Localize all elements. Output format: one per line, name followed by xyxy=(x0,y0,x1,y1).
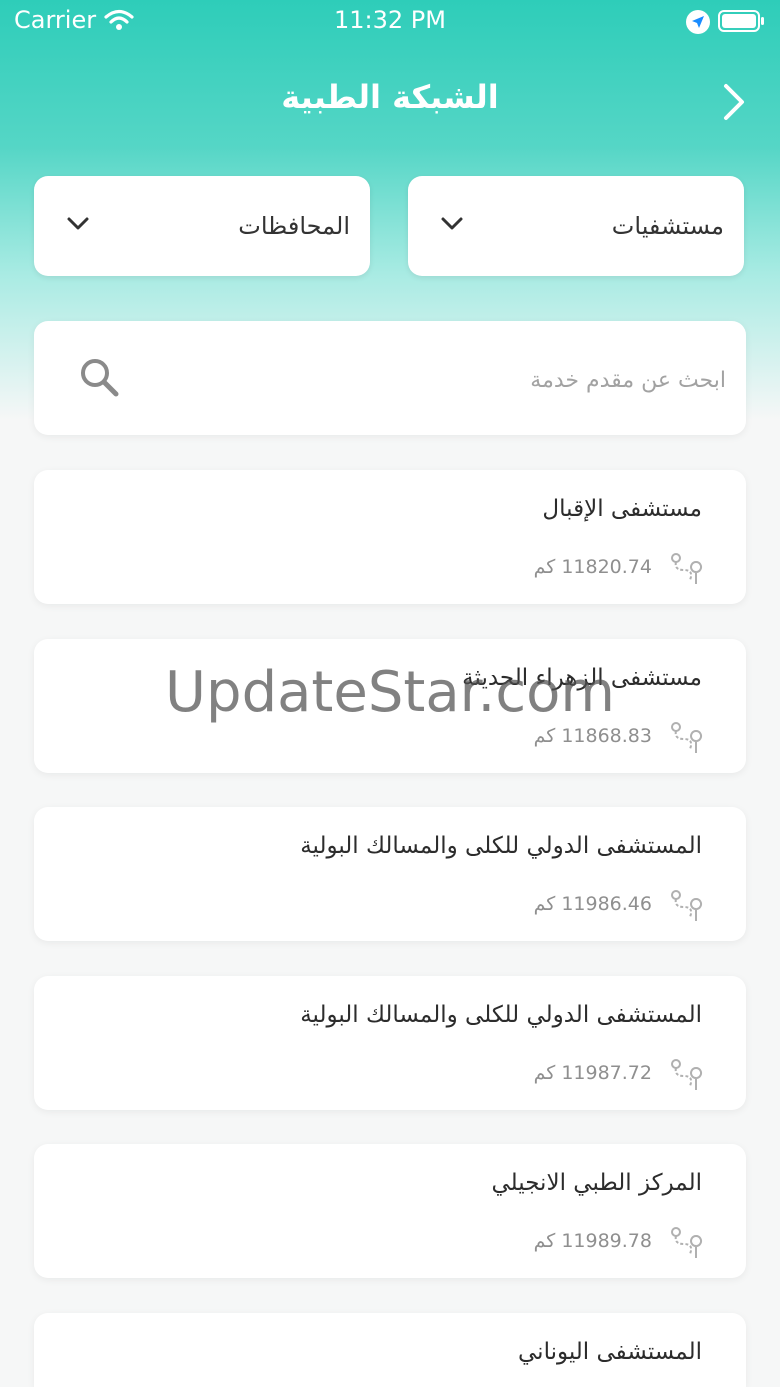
search-box xyxy=(34,321,746,435)
search-icon[interactable] xyxy=(78,356,120,402)
provider-name: المستشفى الدولي للكلى والمسالك البولية xyxy=(300,1002,702,1028)
provider-distance: 11868.83 كم xyxy=(533,725,652,747)
route-map-icon xyxy=(671,1059,703,1090)
route-map-icon xyxy=(671,722,703,753)
chevron-right-icon xyxy=(724,84,744,120)
provider-card[interactable]: مستشفى الإقبال 11820.74 كم xyxy=(34,470,746,604)
provider-name: المستشفى اليوناني xyxy=(518,1339,702,1365)
provider-name: المركز الطبي الانجيلي xyxy=(491,1170,702,1196)
provider-card[interactable]: المستشفى الدولي للكلى والمسالك البولية 1… xyxy=(34,976,746,1110)
page-title: الشبكة الطبية xyxy=(281,78,499,116)
provider-name: مستشفى الزهراء الحديثة xyxy=(462,665,702,691)
provider-card[interactable]: مستشفى الزهراء الحديثة 11868.83 كم xyxy=(34,639,746,773)
region-dropdown-value: المحافظات xyxy=(238,212,350,240)
clock: 11:32 PM xyxy=(334,6,446,34)
provider-name: المستشفى الدولي للكلى والمسالك البولية xyxy=(300,833,702,859)
search-input[interactable] xyxy=(184,357,728,403)
chevron-down-icon xyxy=(67,217,89,230)
battery-icon xyxy=(718,9,766,39)
status-bar: Carrier 11:32 PM xyxy=(0,0,780,44)
category-dropdown[interactable]: مستشفيات xyxy=(408,176,744,276)
route-map-icon xyxy=(671,890,703,921)
provider-name: مستشفى الإقبال xyxy=(542,496,702,522)
category-dropdown-value: مستشفيات xyxy=(611,212,724,240)
location-services-icon xyxy=(685,9,711,41)
provider-card[interactable]: المركز الطبي الانجيلي 11989.78 كم xyxy=(34,1144,746,1278)
provider-card[interactable]: المستشفى الدولي للكلى والمسالك البولية 1… xyxy=(34,807,746,941)
provider-distance: 11989.78 كم xyxy=(533,1230,652,1252)
chevron-down-icon xyxy=(441,217,463,230)
back-button[interactable] xyxy=(712,78,756,126)
provider-card[interactable]: المستشفى اليوناني xyxy=(34,1313,746,1387)
route-map-icon xyxy=(671,553,703,584)
route-map-icon xyxy=(671,1227,703,1258)
region-dropdown[interactable]: المحافظات xyxy=(34,176,370,276)
provider-distance: 11986.46 كم xyxy=(533,893,652,915)
provider-distance: 11987.72 كم xyxy=(533,1062,652,1084)
provider-distance: 11820.74 كم xyxy=(533,556,652,578)
